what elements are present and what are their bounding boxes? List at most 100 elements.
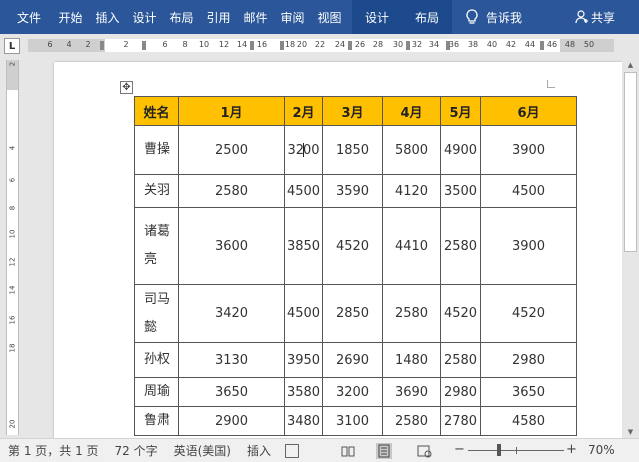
value-cell[interactable]: 3420 — [178, 284, 285, 343]
vertical-scrollbar[interactable]: ▲ ▼ — [622, 58, 639, 438]
tab-review[interactable]: 审阅 — [274, 0, 311, 34]
scroll-up-arrow-icon[interactable]: ▲ — [626, 60, 635, 69]
value-cell[interactable]: 2980 — [480, 342, 577, 378]
value-cell[interactable]: 2900 — [178, 406, 285, 436]
value-cell[interactable]: 3580 — [284, 377, 323, 407]
value-cell[interactable]: 3590 — [322, 174, 383, 208]
table-move-handle-icon[interactable]: ✥ — [120, 81, 133, 94]
ruler-margin-marker[interactable] — [100, 41, 104, 50]
value-cell-active[interactable]: 3200 — [284, 125, 323, 175]
value-cell[interactable]: 4500 — [284, 174, 323, 208]
value-cell[interactable]: 2850 — [322, 284, 383, 343]
tab-file[interactable]: 文件 — [0, 0, 52, 34]
header-cell[interactable]: 姓名 — [134, 96, 179, 126]
name-cell[interactable]: 关羽 — [134, 174, 179, 208]
ruler-column-marker[interactable] — [250, 41, 254, 50]
zoom-in-button[interactable]: + — [566, 442, 577, 457]
scroll-thumb[interactable] — [624, 72, 637, 252]
value-cell[interactable]: 4500 — [480, 174, 577, 208]
value-cell[interactable]: 3500 — [440, 174, 481, 208]
header-cell[interactable]: 2月 — [284, 96, 323, 126]
lightbulb-icon — [466, 9, 478, 24]
vertical-ruler[interactable]: 2 4 6 8 10 12 14 16 18 20 — [6, 60, 19, 435]
name-cell[interactable]: 诸葛亮 — [134, 207, 179, 285]
value-cell[interactable]: 4520 — [322, 207, 383, 285]
horizontal-ruler[interactable]: 6 4 2 2 6 8 10 12 14 16 18 20 22 24 26 2… — [28, 39, 614, 52]
ruler-margin-marker[interactable] — [540, 41, 544, 50]
value-cell[interactable]: 4580 — [480, 406, 577, 436]
value-cell[interactable]: 4520 — [440, 284, 481, 343]
tell-me-box[interactable]: 告诉我 — [466, 9, 522, 26]
read-mode-icon[interactable] — [340, 443, 356, 459]
header-cell[interactable]: 3月 — [322, 96, 383, 126]
language-indicator[interactable]: 英语(美国) — [174, 442, 231, 459]
value-cell[interactable]: 3950 — [284, 342, 323, 378]
tab-design[interactable]: 设计 — [126, 0, 163, 34]
ruler-column-marker[interactable] — [280, 41, 284, 50]
header-cell[interactable]: 5月 — [440, 96, 481, 126]
value-cell[interactable]: 3900 — [480, 207, 577, 285]
value-cell[interactable]: 5800 — [382, 125, 441, 175]
value-cell[interactable]: 1480 — [382, 342, 441, 378]
value-cell[interactable]: 3130 — [178, 342, 285, 378]
name-cell[interactable]: 鲁肃 — [134, 406, 179, 436]
name-cell[interactable]: 周瑜 — [134, 377, 179, 407]
document-page[interactable]: ✥ 姓名 1月 2月 3月 4月 5月 6月 曹操 2500 3200 1850… — [54, 62, 622, 438]
value-cell[interactable]: 2580 — [382, 284, 441, 343]
zoom-level[interactable]: 70% — [588, 443, 615, 457]
value-cell[interactable]: 3850 — [284, 207, 323, 285]
page-count[interactable]: 第 1 页，共 1 页 — [8, 442, 99, 459]
name-cell[interactable]: 孙权 — [134, 342, 179, 378]
ruler-column-marker[interactable] — [348, 41, 352, 50]
value-cell[interactable]: 2500 — [178, 125, 285, 175]
value-cell[interactable]: 4900 — [440, 125, 481, 175]
value-cell[interactable]: 3600 — [178, 207, 285, 285]
value-cell[interactable]: 4120 — [382, 174, 441, 208]
data-table[interactable]: 姓名 1月 2月 3月 4月 5月 6月 曹操 2500 3200 1850 5… — [134, 96, 577, 436]
tab-references[interactable]: 引用 — [200, 0, 237, 34]
value-cell[interactable]: 2690 — [322, 342, 383, 378]
tab-insert[interactable]: 插入 — [89, 0, 126, 34]
insert-mode-indicator[interactable]: 插入 — [247, 442, 271, 459]
name-cell[interactable]: 司马懿 — [134, 284, 179, 343]
value-cell[interactable]: 3480 — [284, 406, 323, 436]
value-cell[interactable]: 2580 — [440, 207, 481, 285]
zoom-out-button[interactable]: − — [454, 442, 465, 457]
tab-home[interactable]: 开始 — [52, 0, 89, 34]
share-button[interactable]: 共享 — [575, 9, 615, 26]
tab-table-layout[interactable]: 布局 — [402, 0, 452, 34]
table-row: 周瑜 3650 3580 3200 3690 2980 3650 — [134, 377, 577, 407]
tab-layout[interactable]: 布局 — [163, 0, 200, 34]
print-layout-icon[interactable] — [376, 443, 392, 459]
value-cell[interactable]: 3650 — [480, 377, 577, 407]
value-cell[interactable]: 4410 — [382, 207, 441, 285]
tab-table-design[interactable]: 设计 — [352, 0, 402, 34]
header-cell[interactable]: 4月 — [382, 96, 441, 126]
value-cell[interactable]: 2780 — [440, 406, 481, 436]
header-cell[interactable]: 1月 — [178, 96, 285, 126]
value-cell[interactable]: 3650 — [178, 377, 285, 407]
word-count[interactable]: 72 个字 — [115, 442, 158, 459]
tab-mailings[interactable]: 邮件 — [237, 0, 274, 34]
value-cell[interactable]: 4500 — [284, 284, 323, 343]
value-cell[interactable]: 3100 — [322, 406, 383, 436]
web-layout-icon[interactable] — [416, 443, 432, 459]
tab-selector[interactable]: L — [4, 38, 20, 54]
zoom-slider-thumb[interactable] — [497, 444, 501, 456]
ruler-column-marker[interactable] — [142, 41, 146, 50]
value-cell[interactable]: 2580 — [440, 342, 481, 378]
tab-view[interactable]: 视图 — [311, 0, 348, 34]
value-cell[interactable]: 2580 — [382, 406, 441, 436]
value-cell[interactable]: 2580 — [178, 174, 285, 208]
scroll-down-arrow-icon[interactable]: ▼ — [626, 427, 635, 436]
value-cell[interactable]: 2980 — [440, 377, 481, 407]
value-cell[interactable]: 4520 — [480, 284, 577, 343]
macro-record-icon[interactable] — [285, 443, 300, 458]
header-cell[interactable]: 6月 — [480, 96, 577, 126]
value-cell[interactable]: 3690 — [382, 377, 441, 407]
name-cell[interactable]: 曹操 — [134, 125, 179, 175]
value-cell[interactable]: 1850 — [322, 125, 383, 175]
ruler-column-marker[interactable] — [406, 41, 410, 50]
value-cell[interactable]: 3200 — [322, 377, 383, 407]
value-cell[interactable]: 3900 — [480, 125, 577, 175]
